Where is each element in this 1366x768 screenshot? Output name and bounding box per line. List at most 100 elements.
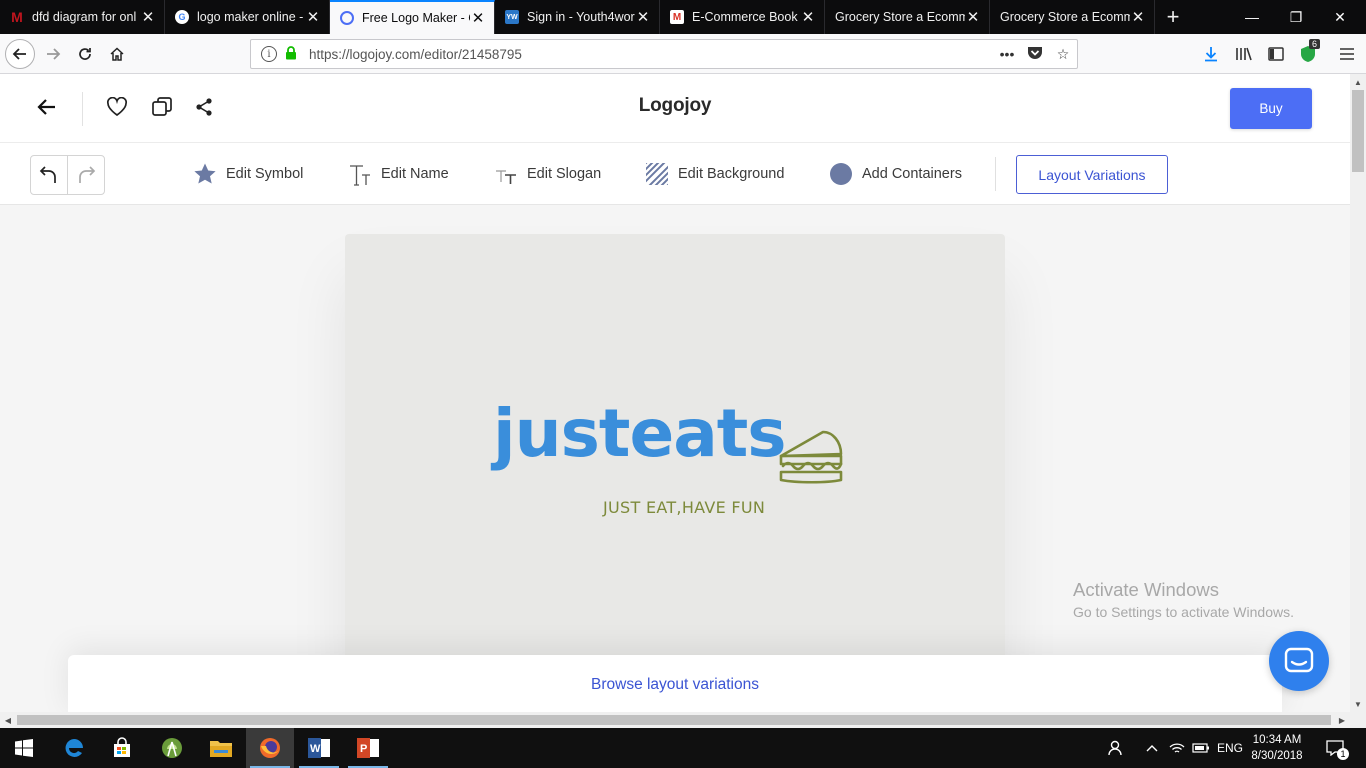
back-button[interactable] xyxy=(5,39,35,69)
sandwich-icon[interactable] xyxy=(777,426,845,488)
info-icon[interactable]: i xyxy=(261,46,277,62)
buy-button[interactable]: Buy xyxy=(1230,88,1312,129)
addon-shield-icon[interactable]: 6 xyxy=(1297,39,1321,65)
browser-tab[interactable]: Grocery Store a Ecomm ✕ xyxy=(825,0,990,34)
close-tab-icon[interactable]: ✕ xyxy=(140,8,156,26)
edit-name-tool[interactable]: Edit Name xyxy=(348,162,449,186)
add-containers-tool[interactable]: Add Containers xyxy=(829,162,962,186)
vertical-scrollbar[interactable]: ▲ ▼ xyxy=(1350,74,1366,712)
wifi-icon[interactable] xyxy=(1166,728,1188,768)
chat-launcher-button[interactable] xyxy=(1269,631,1329,691)
undo-icon xyxy=(39,166,56,183)
reload-button[interactable] xyxy=(70,39,100,69)
url-bar[interactable]: i https://logojoy.com/editor/21458795 ••… xyxy=(250,39,1078,69)
store-icon[interactable] xyxy=(98,728,146,768)
logo-slogan[interactable]: JUST EAT,HAVE FUN xyxy=(603,498,765,517)
svg-text:P: P xyxy=(360,743,367,755)
powerpoint-icon[interactable]: P xyxy=(344,728,392,768)
close-tab-icon[interactable]: ✕ xyxy=(635,8,651,26)
reload-icon xyxy=(79,48,91,60)
bookmark-star-icon[interactable]: ☆ xyxy=(1049,46,1077,63)
edit-slogan-label: Edit Slogan xyxy=(527,166,602,182)
browser-tab[interactable]: M E-Commerce Book ✕ xyxy=(660,0,825,34)
library-icon[interactable] xyxy=(1233,43,1255,65)
close-tab-icon[interactable]: ✕ xyxy=(470,9,486,27)
horizontal-scrollbar[interactable]: ◀ ▶ xyxy=(0,712,1350,728)
new-tab-button[interactable]: + xyxy=(1155,0,1191,34)
close-tab-icon[interactable]: ✕ xyxy=(305,8,321,26)
android-studio-icon[interactable] xyxy=(148,728,196,768)
browser-tab[interactable]: YW Sign in - Youth4wor ✕ xyxy=(495,0,660,34)
word-icon[interactable]: W xyxy=(295,728,343,768)
tab-title: dfd diagram for onl xyxy=(32,10,137,24)
toolbar-divider xyxy=(995,157,996,191)
browser-tab[interactable]: M dfd diagram for onl ✕ xyxy=(0,0,165,34)
edge-icon[interactable] xyxy=(50,728,98,768)
gmail-favicon-icon: M xyxy=(670,10,684,24)
logo-name[interactable]: justeats xyxy=(493,401,787,467)
clock-date: 8/30/2018 xyxy=(1251,750,1303,762)
undo-button[interactable] xyxy=(31,156,67,194)
layout-variations-panel: Browse layout variations xyxy=(68,655,1282,712)
vertical-scroll-thumb[interactable] xyxy=(1352,90,1364,172)
close-tab-icon[interactable]: ✕ xyxy=(800,8,816,26)
watermark-subtitle: Go to Settings to activate Windows. xyxy=(1073,604,1294,620)
home-button[interactable] xyxy=(102,39,132,69)
horizontal-scroll-thumb[interactable] xyxy=(17,715,1331,725)
sidebar-icon[interactable] xyxy=(1265,43,1287,65)
scroll-up-icon[interactable]: ▲ xyxy=(1350,74,1366,90)
redo-icon xyxy=(79,166,96,183)
undo-redo-group xyxy=(30,155,105,195)
chat-icon xyxy=(1284,647,1314,673)
home-icon xyxy=(110,47,124,61)
redo-button[interactable] xyxy=(67,156,104,194)
arrow-right-icon xyxy=(47,48,61,60)
scroll-down-icon[interactable]: ▼ xyxy=(1350,696,1366,712)
edit-symbol-tool[interactable]: Edit Symbol xyxy=(193,162,303,186)
watermark-title: Activate Windows xyxy=(1073,579,1219,600)
file-explorer-icon[interactable] xyxy=(197,728,245,768)
menu-icon[interactable] xyxy=(1336,43,1358,65)
url-text[interactable]: https://logojoy.com/editor/21458795 xyxy=(309,47,993,62)
clock-time: 10:34 AM xyxy=(1252,734,1302,746)
close-window-icon[interactable]: ✕ xyxy=(1316,0,1364,34)
small-text-icon xyxy=(494,162,518,186)
layout-variations-button[interactable]: Layout Variations xyxy=(1016,155,1168,194)
forward-button[interactable] xyxy=(38,39,68,69)
download-icon[interactable] xyxy=(1200,43,1222,65)
action-center-icon[interactable]: 1 xyxy=(1320,728,1350,768)
lock-icon[interactable] xyxy=(285,45,299,63)
scrollbar-corner xyxy=(1350,712,1366,728)
people-icon[interactable] xyxy=(1104,728,1130,768)
browser-tab-active[interactable]: Free Logo Maker - C ✕ xyxy=(330,0,495,34)
minimize-icon[interactable]: — xyxy=(1228,0,1276,34)
scroll-left-icon[interactable]: ◀ xyxy=(0,712,16,728)
edit-background-label: Edit Background xyxy=(678,166,785,182)
red-m-favicon-icon: M xyxy=(11,9,23,25)
restore-icon[interactable]: ❐ xyxy=(1272,0,1320,34)
close-tab-icon[interactable]: ✕ xyxy=(965,8,981,26)
tab-title: logo maker online - xyxy=(197,10,304,24)
browser-tab[interactable]: G logo maker online - ✕ xyxy=(165,0,330,34)
firefox-icon[interactable] xyxy=(246,728,294,768)
star-icon xyxy=(193,162,217,186)
system-clock[interactable]: 10:34 AM 8/30/2018 xyxy=(1240,732,1314,764)
tab-title: E-Commerce Book xyxy=(692,10,798,24)
browser-tab[interactable]: Grocery Store a Ecomm ✕ xyxy=(990,0,1155,34)
edit-name-label: Edit Name xyxy=(381,166,449,182)
browse-layout-variations-link[interactable]: Browse layout variations xyxy=(68,676,1282,694)
scroll-right-icon[interactable]: ▶ xyxy=(1334,712,1350,728)
pocket-icon[interactable] xyxy=(1021,45,1049,63)
logo-preview-card[interactable]: justeats JUST EAT,HAVE FUN xyxy=(345,234,1005,664)
edit-background-tool[interactable]: Edit Background xyxy=(645,162,784,186)
canvas-area: justeats JUST EAT,HAVE FUN Browse layout… xyxy=(0,205,1350,712)
background-stripes-icon xyxy=(645,162,669,186)
navigation-bar: i https://logojoy.com/editor/21458795 ••… xyxy=(0,34,1366,74)
page-actions-icon[interactable]: ••• xyxy=(993,46,1021,62)
edit-slogan-tool[interactable]: Edit Slogan xyxy=(494,162,601,186)
battery-icon[interactable] xyxy=(1190,728,1212,768)
windows-start-icon[interactable] xyxy=(0,728,48,768)
addon-badge: 6 xyxy=(1309,39,1321,49)
close-tab-icon[interactable]: ✕ xyxy=(1130,8,1146,26)
show-hidden-icons-icon[interactable] xyxy=(1142,728,1162,768)
